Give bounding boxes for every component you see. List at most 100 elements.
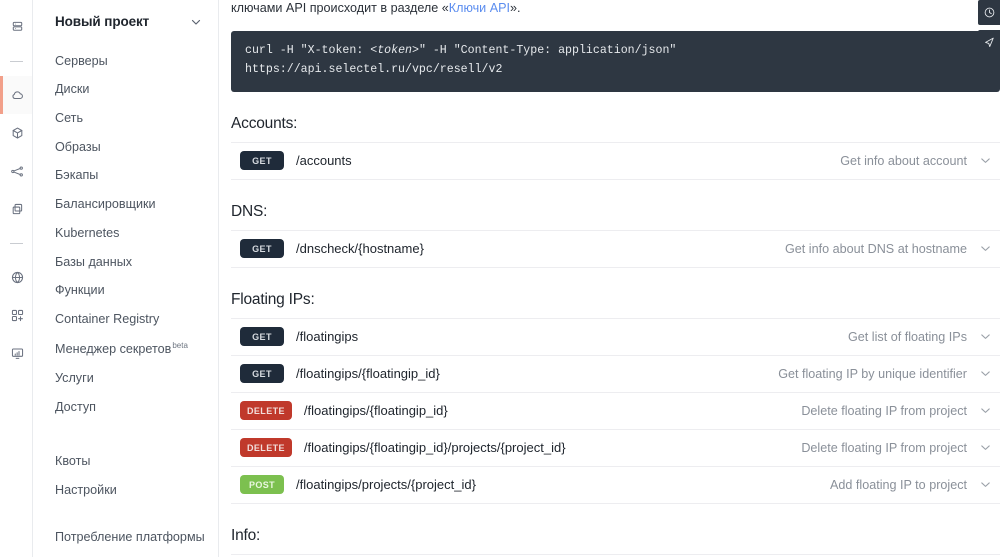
method-badge-delete: DELETE xyxy=(240,401,292,421)
endpoint-list: GET/dnscheck/{hostname} Get info about DN… xyxy=(231,229,1000,268)
code-line2: https://api.selectel.ru/vpc/resell/v2 xyxy=(245,63,503,77)
sidebar-item-настройки[interactable]: Настройки xyxy=(33,476,218,505)
sidebar-item-балансировщики[interactable]: Балансировщики xyxy=(33,191,218,220)
method-badge-get: GET xyxy=(240,364,284,384)
sidebar-item-менеджер-секретов[interactable]: Менеджер секретовbeta xyxy=(33,334,218,364)
sidebar-item-label: Потребление платформы xyxy=(55,529,205,544)
sidebar-item-label: Функции xyxy=(55,283,105,298)
endpoint-row[interactable]: DELETE/floatingips/{floatingip_id} Delete… xyxy=(231,392,1000,430)
api-reference-main: ключами API происходит в разделе «Ключи … xyxy=(219,0,1000,557)
grid-plus-icon[interactable] xyxy=(0,296,32,334)
section-title-floating-ips: Floating IPs: xyxy=(231,290,315,308)
endpoint-description: Add floating IP to project xyxy=(830,477,967,492)
section-title-info: Info: xyxy=(231,526,261,544)
code-line1-pre: curl -H "X-token: xyxy=(245,44,371,58)
endpoint-sections: Accounts: GET/accounts Get info about acco… xyxy=(231,115,1000,557)
sidebar-item-сеть[interactable]: Сеть xyxy=(33,104,218,133)
sidebar-item-label: Диски xyxy=(55,82,90,97)
endpoint-path: /floatingips/{floatingip_id}/projects/{p… xyxy=(303,440,566,456)
endpoint-path: /floatingips xyxy=(296,329,359,345)
history-clock-button[interactable] xyxy=(978,0,1000,25)
rail-divider-1 xyxy=(0,46,32,76)
sidebar-group-settings: Квоты Настройки xyxy=(33,442,218,505)
globe-icon[interactable] xyxy=(0,258,32,296)
endpoint-description: Get floating IP by unique identifier xyxy=(778,366,967,381)
rail-divider-2 xyxy=(0,228,32,258)
sidebar-item-доступ[interactable]: Доступ xyxy=(33,393,218,422)
chevron-down-icon[interactable] xyxy=(979,367,998,380)
monitor-chart-icon[interactable] xyxy=(0,334,32,372)
sidebar-item-label: Услуги xyxy=(55,370,94,385)
sidebar-item-услуги[interactable]: Услуги xyxy=(33,364,218,393)
chevron-down-icon[interactable] xyxy=(979,404,998,417)
endpoint-list: GET/accounts Get info about account xyxy=(231,141,1000,180)
endpoint-row[interactable]: DELETE/floatingips/{floatingip_id}/proje… xyxy=(231,429,1000,467)
endpoint-description: Delete floating IP from project xyxy=(801,403,967,418)
endpoint-row[interactable]: POST/floatingips/projects/{project_id} Ad… xyxy=(231,466,1000,504)
sidebar-item-образы[interactable]: Образы xyxy=(33,133,218,162)
sidebar-group-account: Потребление платформыПользователиAPI xyxy=(33,517,218,557)
api-keys-link[interactable]: Ключи API xyxy=(449,1,510,15)
endpoint-row[interactable]: GET/floatingips Get list of floating IPs xyxy=(231,318,1000,356)
project-sidebar: Новый проект Серверы Диски Сеть Образы Бэкап… xyxy=(33,0,219,557)
sidebar-item-container-registry[interactable]: Container Registry xyxy=(33,306,218,335)
endpoint-row[interactable]: GET/dnscheck/{hostname} Get info about DN… xyxy=(231,230,1000,268)
sidebar-item-label: Балансировщики xyxy=(55,197,156,212)
sidebar-item-диски[interactable]: Диски xyxy=(33,76,218,105)
send-feedback-button[interactable] xyxy=(978,30,1000,55)
chevron-down-icon[interactable] xyxy=(979,441,998,454)
sidebar-group-resources: Серверы Диски Сеть Образы Бэкапы Балансировщи… xyxy=(33,41,218,422)
sidebar-item-label: Образы xyxy=(55,139,101,154)
chevron-down-icon[interactable] xyxy=(979,242,998,255)
endpoint-path: /floatingips/projects/{project_id} xyxy=(296,477,476,493)
curl-example-code-block: curl -H "X-token: <token>" -H "Content-T… xyxy=(231,31,1000,92)
copy-layers-icon[interactable] xyxy=(0,190,32,228)
endpoint-path: /floatingips/{floatingip_id} xyxy=(303,403,448,419)
sidebar-item-базы-данных[interactable]: Базы данных xyxy=(33,248,218,277)
floating-action-buttons xyxy=(978,0,1000,55)
sidebar-item-label: Базы данных xyxy=(55,254,133,269)
project-selector[interactable]: Новый проект xyxy=(33,0,218,41)
intro-paragraph: ключами API происходит в разделе «Ключи … xyxy=(231,0,1000,17)
sidebar-item-label: Сеть xyxy=(55,110,84,125)
chevron-down-icon[interactable] xyxy=(979,154,998,167)
project-name: Новый проект xyxy=(55,14,150,29)
endpoint-path: /floatingips/{floatingip_id} xyxy=(296,366,440,382)
sidebar-item-пользователи[interactable]: Пользователи xyxy=(33,552,218,557)
sidebar-item-бэкапы[interactable]: Бэкапы xyxy=(33,162,218,191)
chevron-down-icon[interactable] xyxy=(979,330,998,343)
code-line1-post: " -H "Content-Type: application/json" xyxy=(418,44,677,58)
sidebar-item-label: Container Registry xyxy=(55,312,160,327)
storage-cube-icon[interactable] xyxy=(0,114,32,152)
endpoint-row[interactable]: GET/floatingips/{floatingip_id} Get float… xyxy=(231,355,1000,393)
endpoint-description: Delete floating IP from project xyxy=(801,440,967,455)
sidebar-item-label: Квоты xyxy=(55,454,91,469)
sidebar-item-label: Доступ xyxy=(55,399,96,414)
network-share-icon[interactable] xyxy=(0,152,32,190)
chevron-down-icon[interactable] xyxy=(979,478,998,491)
sidebar-item-серверы[interactable]: Серверы xyxy=(33,47,218,76)
global-icon-rail xyxy=(0,0,33,557)
endpoint-row[interactable]: GET/accounts Get info about account xyxy=(231,142,1000,180)
method-badge-get: GET xyxy=(240,239,284,259)
method-badge-get: GET xyxy=(240,151,284,171)
endpoint-list: GET/floatingips Get list of floating IPs G… xyxy=(231,317,1000,504)
section-title-dns: DNS: xyxy=(231,202,268,220)
intro-text-after: ». xyxy=(510,1,521,15)
sidebar-item-функции[interactable]: Функции xyxy=(33,277,218,306)
cloud-platform-icon[interactable] xyxy=(0,76,32,114)
sidebar-item-label: Менеджер секретов xyxy=(55,342,172,357)
sidebar-item-kubernetes[interactable]: Kubernetes xyxy=(33,219,218,248)
sidebar-item-потребление-платформы[interactable]: Потребление платформы xyxy=(33,523,218,552)
sidebar-item-label: Бэкапы xyxy=(55,168,99,183)
endpoint-description: Get info about account xyxy=(840,153,967,168)
method-badge-get: GET xyxy=(240,327,284,347)
method-badge-post: POST xyxy=(240,475,284,495)
section-title-accounts: Accounts: xyxy=(231,114,298,132)
sidebar-item-квоты[interactable]: Квоты xyxy=(33,448,218,477)
chevron-down-icon[interactable] xyxy=(190,16,202,28)
servers-stack-icon[interactable] xyxy=(0,8,32,46)
sidebar-item-label: Серверы xyxy=(55,53,108,68)
api-docs-page: Новый проект Серверы Диски Сеть Образы Бэкап… xyxy=(0,0,1000,557)
endpoint-description: Get list of floating IPs xyxy=(848,329,967,344)
